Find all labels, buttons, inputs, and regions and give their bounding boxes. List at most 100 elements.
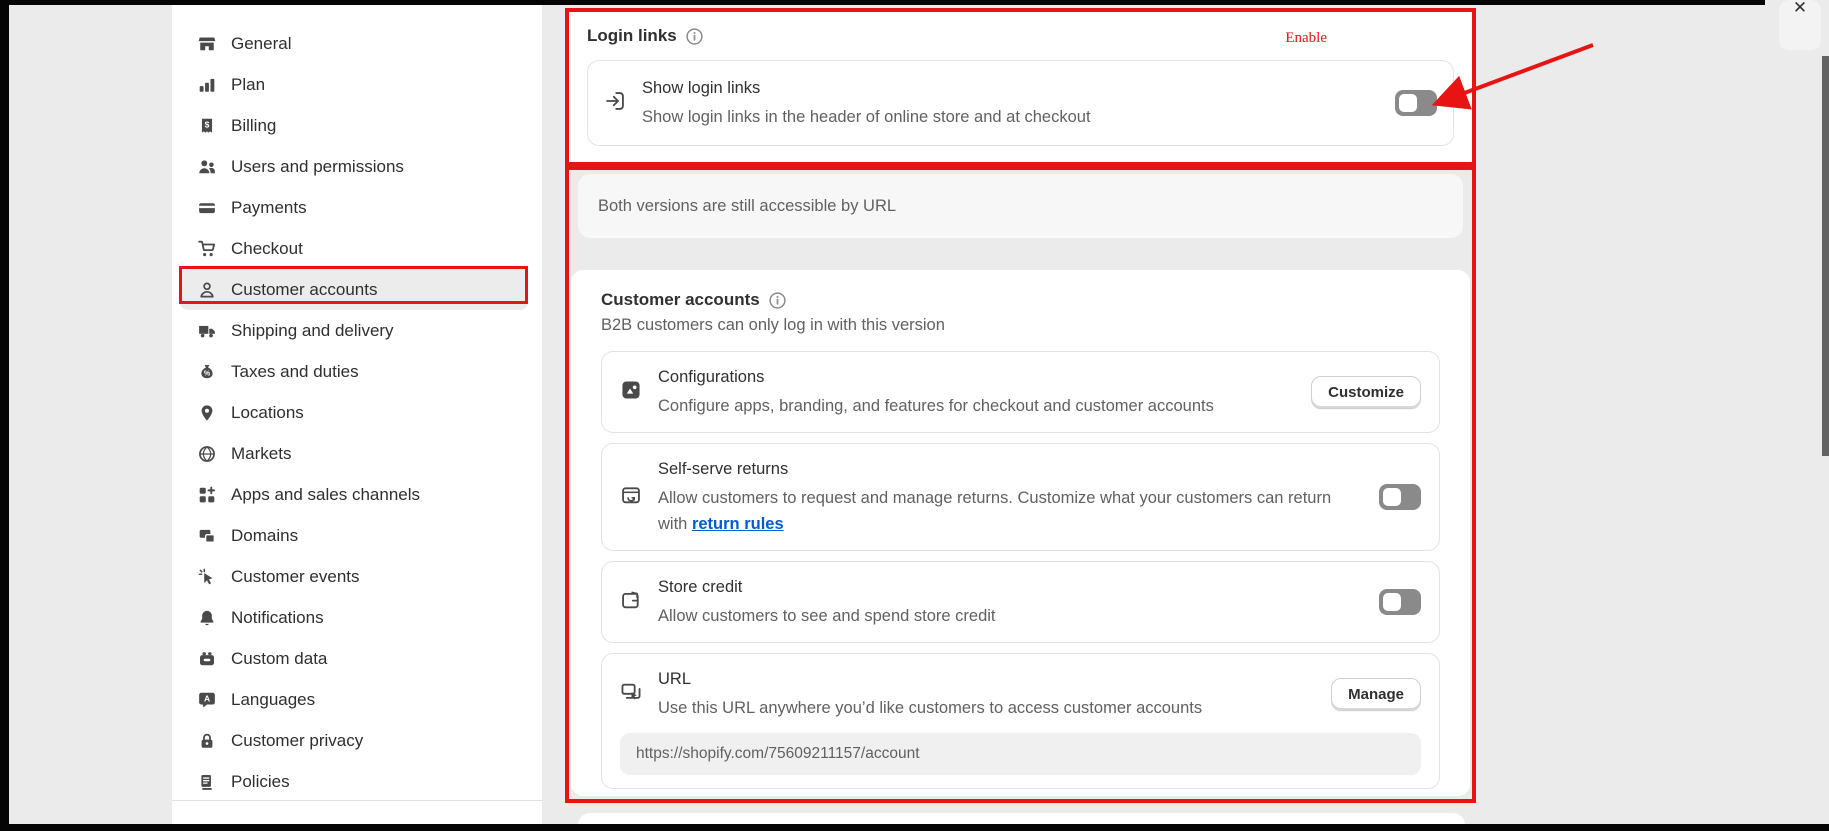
show-login-links-card: Show login links Show login links in the… [587,60,1454,146]
toggle-knob [1383,593,1401,611]
screen-frame-bottom [0,824,1829,831]
sidebar-item-payments[interactable]: Payments [180,187,528,228]
customize-button[interactable]: Customize [1311,376,1421,409]
sidebar-item-apps-sales-channels[interactable]: Apps and sales channels [180,474,528,515]
sidebar-item-languages[interactable]: A Languages [180,679,528,720]
configurations-icon [620,379,642,406]
close-settings-button[interactable]: ✕ [1779,0,1821,50]
globe-icon [198,445,216,463]
sidebar-item-users-permissions[interactable]: Users and permissions [180,146,528,187]
url-title: URL [658,667,1202,691]
sidebar-item-label: Customer events [231,567,360,587]
versions-banner: Both versions are still accessible by UR… [578,174,1463,238]
sidebar-item-checkout[interactable]: Checkout [180,228,528,269]
payments-icon [198,199,216,217]
sidebar-item-label: Plan [231,75,265,95]
store-credit-row: Store credit Allow customers to see and … [601,561,1440,643]
sidebar-item-locations[interactable]: Locations [180,392,528,433]
sidebar-item-custom-data[interactable]: Custom data [180,638,528,679]
sidebar-item-shipping-delivery[interactable]: Shipping and delivery [180,310,528,351]
return-rules-link[interactable]: return rules [692,515,784,533]
enable-annotation-label: Enable [1285,30,1327,47]
screen-frame-top [0,0,1765,5]
account-url-field[interactable]: https://shopify.com/75609211157/account [620,733,1421,775]
location-pin-icon [198,404,216,422]
sidebar-item-label: Locations [231,403,304,423]
url-windows-icon [620,681,642,708]
sidebar-item-markets[interactable]: Markets [180,433,528,474]
customer-accounts-subtitle: B2B customers can only log in with this … [601,316,1440,335]
scrollbar-thumb[interactable] [1822,56,1829,456]
sidebar-item-plan[interactable]: Plan [180,64,528,105]
cursor-click-icon [198,568,216,586]
plan-chart-icon [198,76,216,94]
bell-icon [198,609,216,627]
sidebar-item-billing[interactable]: $ Billing [180,105,528,146]
sidebar-item-label: Checkout [231,239,303,259]
translate-icon: A [198,691,216,709]
show-login-links-toggle[interactable] [1395,90,1437,116]
sidebar-item-notifications[interactable]: Notifications [180,597,528,638]
svg-text:%: % [204,370,211,377]
show-login-links-description: Show login links in the header of online… [642,104,1091,130]
info-icon[interactable] [768,291,787,310]
domains-icon [198,527,216,545]
close-icon: ✕ [1779,0,1821,18]
toggle-knob [1383,488,1401,506]
url-row: URL Use this URL anywhere you’d like cus… [601,653,1440,789]
sidebar-item-label: Apps and sales channels [231,485,420,505]
sidebar-item-customer-privacy[interactable]: Customer privacy [180,720,528,761]
sidebar-item-label: Taxes and duties [231,362,359,382]
sidebar-item-label: Markets [231,444,291,464]
manage-button[interactable]: Manage [1331,678,1421,711]
sidebar-item-label: Custom data [231,649,327,669]
sidebar-item-label: Customer privacy [231,731,363,751]
apps-grid-icon [198,486,216,504]
url-description: Use this URL anywhere you’d like custome… [658,695,1202,721]
cart-icon [198,240,216,258]
store-credit-toggle[interactable] [1379,589,1421,615]
sidebar-item-label: Users and permissions [231,157,404,177]
settings-nav: General Plan $ Billing Users and permiss… [172,5,542,802]
database-icon [198,650,216,668]
self-serve-returns-toggle[interactable] [1379,484,1421,510]
sidebar-item-customer-accounts[interactable]: Customer accounts [180,269,528,310]
truck-icon [198,322,216,340]
svg-text:A: A [204,693,210,703]
sidebar-item-domains[interactable]: Domains [180,515,528,556]
screen-frame-left [0,0,9,831]
sidebar-item-label: Payments [231,198,307,218]
sidebar-item-label: General [231,34,291,54]
login-links-title: Login links [587,26,677,46]
sidebar-item-customer-events[interactable]: Customer events [180,556,528,597]
users-icon [198,158,216,176]
sidebar-item-general[interactable]: General [180,23,528,64]
sidebar-divider [172,800,542,801]
login-icon [604,90,626,117]
customer-accounts-outer-section: Both versions are still accessible by UR… [565,166,1476,803]
sidebar-item-label: Languages [231,690,315,710]
store-icon [198,35,216,53]
tax-bag-icon: % [198,363,216,381]
show-login-links-title: Show login links [642,76,1091,100]
lock-icon [198,732,216,750]
configurations-title: Configurations [658,365,1214,389]
versions-banner-text: Both versions are still accessible by UR… [598,197,896,216]
self-serve-returns-description: Allow customers to request and manage re… [658,485,1363,537]
customer-accounts-title: Customer accounts [601,290,760,310]
sidebar-item-taxes-duties[interactable]: % Taxes and duties [180,351,528,392]
info-icon[interactable] [685,27,704,46]
sidebar-item-label: Domains [231,526,298,546]
store-credit-description: Allow customers to see and spend store c… [658,603,996,629]
settings-sidebar: General Plan $ Billing Users and permiss… [172,5,542,831]
sidebar-item-label: Shipping and delivery [231,321,394,341]
wallet-icon [620,589,642,616]
login-links-section: Login links Enable Show login links Show… [565,8,1476,166]
toggle-knob [1399,94,1417,112]
configurations-description: Configure apps, branding, and features f… [658,393,1214,419]
sidebar-item-label: Notifications [231,608,324,628]
svg-text:$: $ [205,119,210,129]
self-serve-returns-title: Self-serve returns [658,457,1363,481]
sidebar-item-policies[interactable]: Policies [180,761,528,802]
configurations-row: Configurations Configure apps, branding,… [601,351,1440,433]
